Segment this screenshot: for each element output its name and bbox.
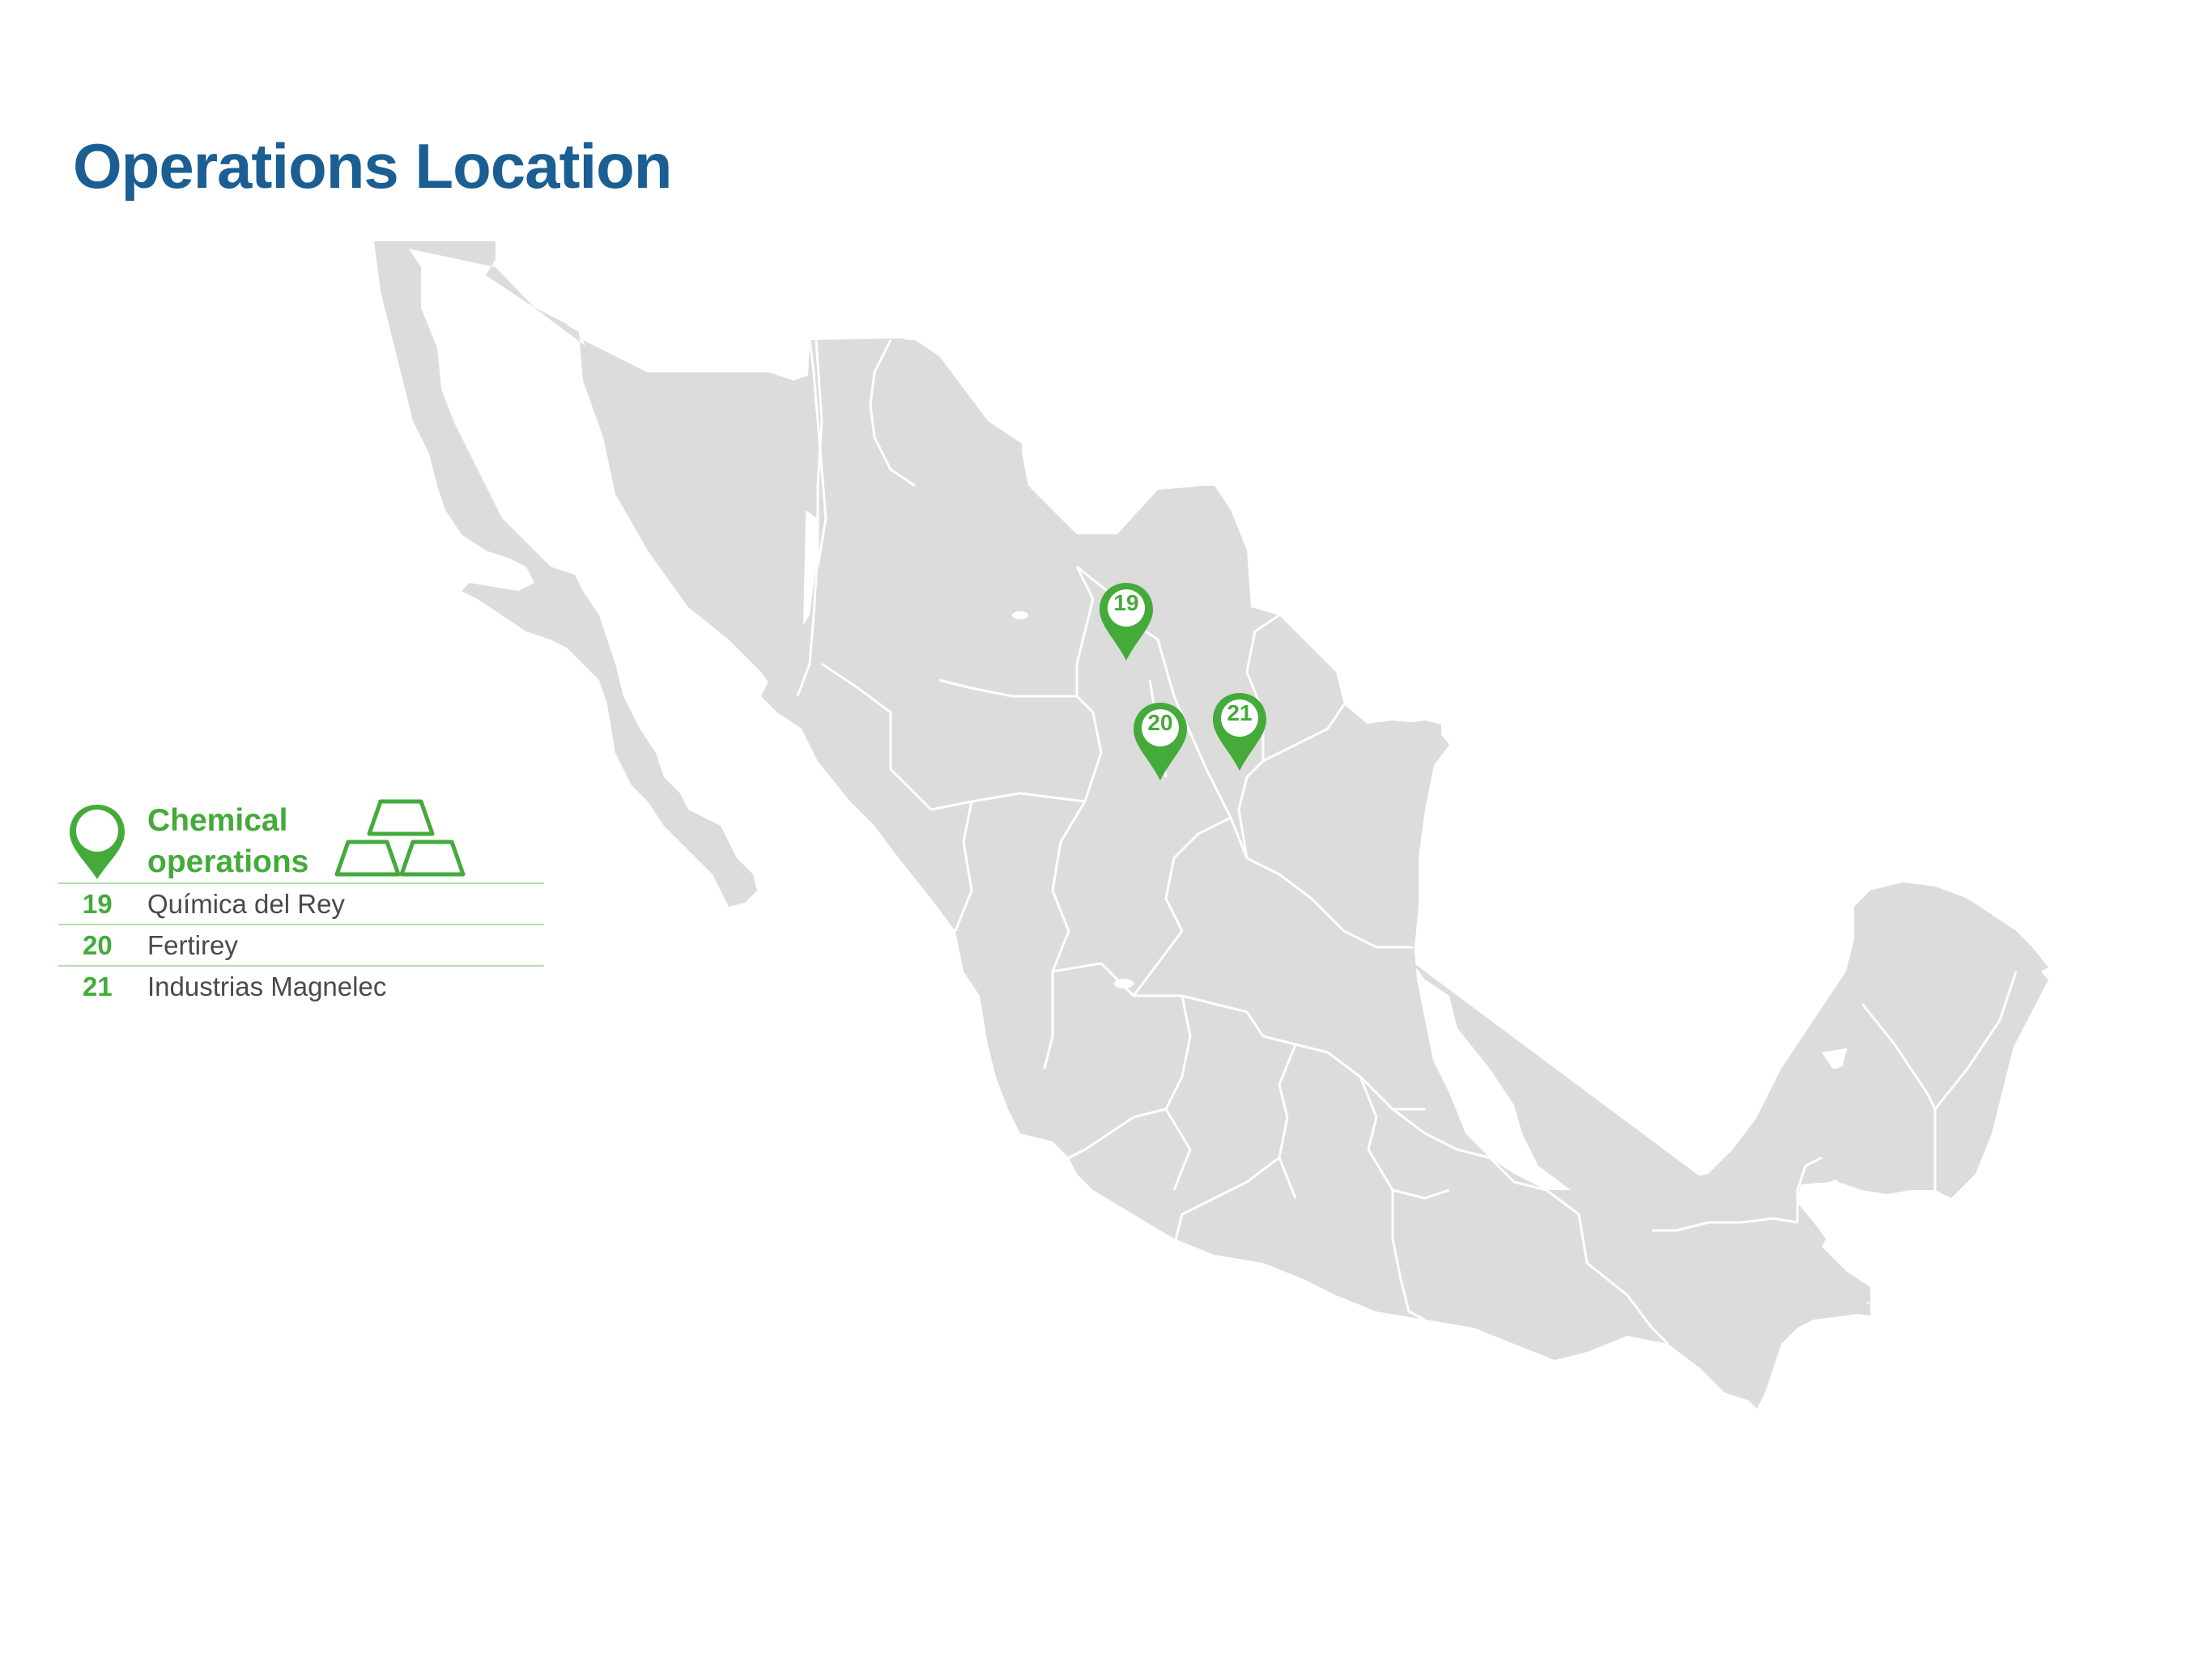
legend-header: Chemical operations [58,793,544,882]
map-pin-20[interactable]: 20 [1132,701,1189,782]
map-lake [1114,979,1134,988]
gold-bars-icon [334,799,466,877]
pin-number: 20 [1147,710,1173,735]
map-pin-21[interactable]: 21 [1211,691,1268,772]
mexico-body [374,241,2048,1409]
map-lake [1012,611,1028,619]
legend-row: 19 Química del Rey [58,882,544,924]
legend-row: 21 Industrias Magnelec [58,965,544,1006]
legend-row-number: 20 [83,930,113,960]
pin-number: 21 [1227,700,1253,725]
legend-row-number: 19 [83,889,113,919]
legend-row-name: Fertirey [147,930,238,960]
legend-row-name: Química del Rey [147,889,345,919]
yucatan [1822,882,2044,1198]
map-pin-icon [70,805,125,879]
legend: Chemical operations 19 Química del Rey 2… [58,793,544,1006]
legend-row-number: 21 [83,971,113,1001]
legend-row: 20 Fertirey [58,924,544,965]
legend-row-name: Industrias Magnelec [147,971,387,1001]
legend-title: Chemical operations [147,803,309,879]
pin-number: 19 [1113,590,1139,615]
map-pin-19[interactable]: 19 [1098,581,1155,662]
